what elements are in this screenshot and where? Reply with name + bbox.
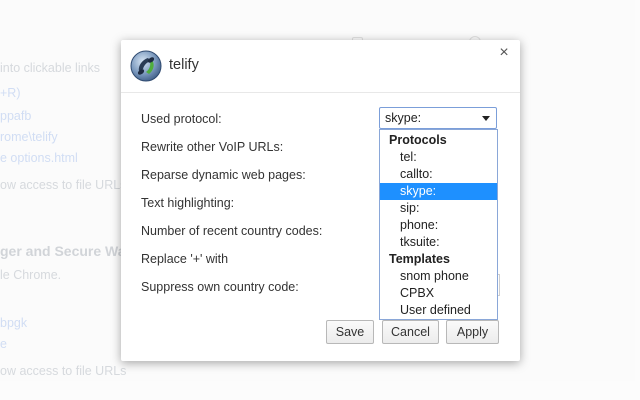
- close-button[interactable]: ×: [496, 45, 512, 61]
- option-text-highlighting-label: Text highlighting:: [141, 196, 235, 210]
- chevron-down-icon: [482, 116, 490, 121]
- options-dialog: telify × Used protocol: Rewrite other Vo…: [121, 40, 520, 361]
- option-rewrite-voip-label: Rewrite other VoIP URLs:: [141, 140, 284, 154]
- dropdown-option-tksuite[interactable]: tksuite:: [380, 234, 497, 251]
- option-suppress-country-code-label: Suppress own country code:: [141, 280, 299, 294]
- option-recent-country-codes-label: Number of recent country codes:: [141, 224, 323, 238]
- apply-button[interactable]: Apply: [446, 320, 499, 344]
- option-reparse-label: Reparse dynamic web pages:: [141, 168, 306, 182]
- dropdown-group-templates: Templates: [389, 252, 450, 266]
- telify-logo-icon: [130, 50, 162, 82]
- dropdown-option-callto[interactable]: callto:: [380, 166, 497, 183]
- header-divider: [121, 92, 520, 93]
- dropdown-group-protocols: Protocols: [389, 133, 447, 147]
- dropdown-option-skype[interactable]: skype:: [380, 183, 497, 200]
- dropdown-option-tel[interactable]: tel:: [380, 149, 497, 166]
- dropdown-option-phone[interactable]: phone:: [380, 217, 497, 234]
- dropdown-option-cpbx[interactable]: CPBX: [380, 285, 497, 302]
- cancel-button[interactable]: Cancel: [382, 320, 439, 344]
- dialog-header: telify ×: [121, 40, 520, 92]
- dialog-title: telify: [169, 57, 199, 73]
- protocol-select-value: skype:: [385, 111, 422, 125]
- option-replace-plus-label: Replace '+' with: [141, 252, 229, 266]
- dropdown-option-snom-phone[interactable]: snom phone: [380, 268, 497, 285]
- option-used-protocol-label: Used protocol:: [141, 112, 222, 126]
- dropdown-option-user-defined[interactable]: User defined: [380, 302, 497, 319]
- protocol-dropdown-list: Protocols tel: callto: skype: sip: phone…: [379, 129, 498, 320]
- save-button[interactable]: Save: [326, 320, 374, 344]
- protocol-select[interactable]: skype:: [379, 107, 497, 129]
- dropdown-option-sip[interactable]: sip:: [380, 200, 497, 217]
